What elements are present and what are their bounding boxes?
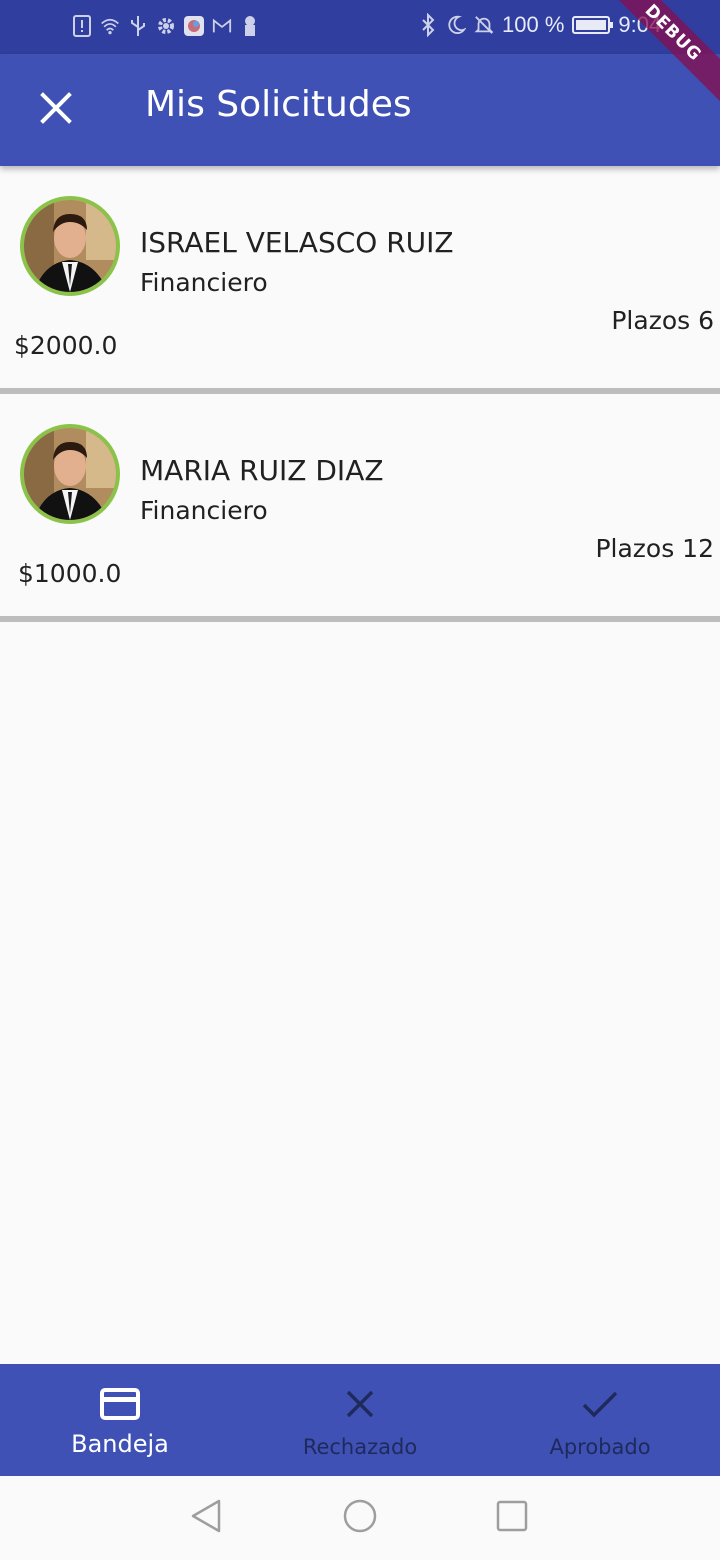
nav-item-rechazado[interactable]: Rechazado — [240, 1364, 480, 1476]
home-button[interactable] — [340, 1498, 380, 1538]
battery-fill — [576, 20, 607, 30]
screen: 100 % 9:04 DEBUG Mis Solicitudes ISRAEL … — [0, 0, 720, 1560]
request-card[interactable]: MARIA RUIZ DIAZ Financiero Plazos 12 $10… — [0, 394, 720, 622]
nav-label: Bandeja — [71, 1430, 169, 1458]
requester-role: Financiero — [140, 268, 268, 297]
alert-icon — [72, 14, 92, 38]
plazos-label: Plazos 6 — [611, 306, 714, 335]
gmail-icon — [212, 14, 232, 38]
close-button[interactable] — [22, 76, 90, 144]
bottom-navigation: Bandeja Rechazado Aprobado — [0, 1364, 720, 1476]
nav-item-aprobado[interactable]: Aprobado — [480, 1364, 720, 1476]
plazos-label: Plazos 12 — [595, 534, 714, 563]
back-icon — [189, 1498, 223, 1538]
status-bar: 100 % 9:04 — [0, 0, 720, 54]
app-icon — [184, 14, 204, 38]
bell-off-icon — [474, 13, 494, 37]
status-left-icons — [72, 14, 260, 38]
request-card[interactable]: ISRAEL VELASCO RUIZ Financiero Plazos 6 … — [0, 166, 720, 394]
app-bar: Mis Solicitudes — [0, 54, 720, 166]
battery-percent: 100 % — [502, 12, 565, 37]
back-button[interactable] — [186, 1498, 226, 1538]
system-navigation-bar — [0, 1476, 720, 1560]
settings-icon — [156, 14, 176, 38]
nav-item-bandeja[interactable]: Bandeja — [0, 1364, 240, 1476]
page-title: Mis Solicitudes — [145, 84, 412, 125]
recents-button[interactable] — [492, 1498, 532, 1538]
nav-label: Rechazado — [302, 1435, 418, 1459]
moon-icon — [446, 13, 466, 37]
battery-icon — [572, 16, 614, 34]
bluetooth-icon — [418, 13, 438, 37]
close-icon — [40, 92, 72, 128]
home-icon — [342, 1498, 378, 1538]
request-list: ISRAEL VELASCO RUIZ Financiero Plazos 6 … — [0, 166, 720, 622]
recents-icon — [495, 1499, 529, 1537]
amount-label: $1000.0 — [18, 559, 122, 588]
requester-name: ISRAEL VELASCO RUIZ — [140, 226, 454, 259]
credit-card-icon — [98, 1384, 142, 1424]
avatar — [20, 196, 120, 296]
requester-role: Financiero — [140, 496, 268, 525]
requester-name: MARIA RUIZ DIAZ — [140, 454, 384, 487]
lock-icon — [240, 14, 260, 38]
usb-icon — [128, 14, 148, 38]
close-icon — [338, 1384, 382, 1424]
nav-label: Aprobado — [549, 1435, 651, 1459]
avatar — [20, 424, 120, 524]
wifi-icon — [100, 14, 120, 38]
status-right: 100 % 9:04 — [418, 12, 661, 38]
check-icon — [578, 1384, 622, 1424]
amount-label: $2000.0 — [14, 331, 118, 360]
